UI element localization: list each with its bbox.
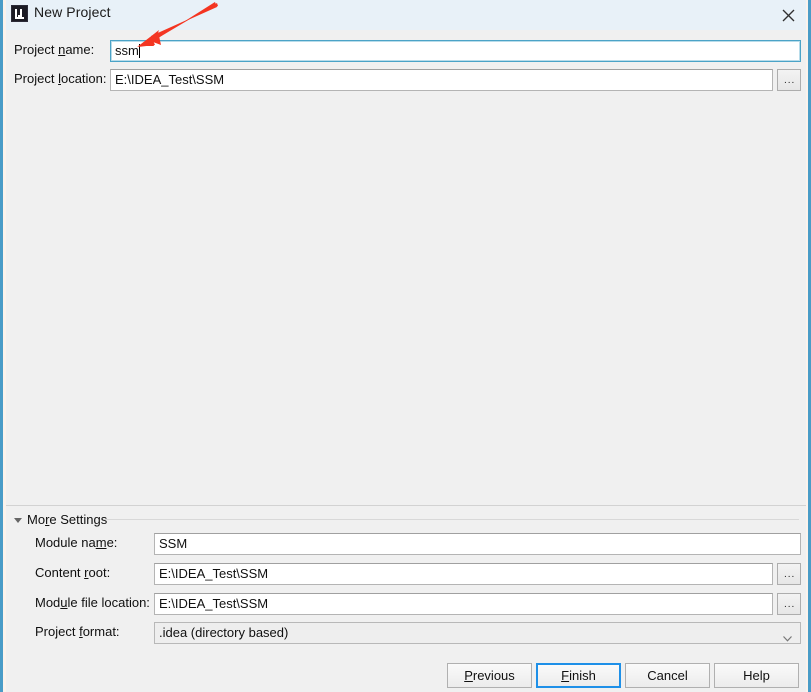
module-name-row: Module name: SSM	[6, 533, 806, 555]
content-root-row: Content root: E:\IDEA_Test\SSM ...	[6, 563, 806, 585]
window-title: New Project	[34, 4, 111, 20]
more-settings-toggle[interactable]: More Settings	[14, 512, 107, 527]
finish-button[interactable]: Finish	[536, 663, 621, 688]
project-name-input[interactable]: ssm	[110, 40, 801, 62]
ellipsis-icon: ...	[784, 599, 796, 610]
project-name-row: Project name: ssm	[6, 40, 806, 62]
project-location-input[interactable]: E:\IDEA_Test\SSM	[110, 69, 773, 91]
title-bar: New Project	[6, 0, 806, 30]
project-format-label: Project format:	[35, 624, 120, 639]
ellipsis-icon: ...	[784, 569, 796, 580]
module-file-location-input[interactable]: E:\IDEA_Test\SSM	[154, 593, 773, 615]
chevron-down-icon	[783, 630, 792, 645]
project-format-row: Project format: .idea (directory based)	[6, 622, 806, 644]
module-name-input[interactable]: SSM	[154, 533, 801, 555]
more-settings-label: More Settings	[27, 512, 108, 527]
project-format-value: .idea (directory based)	[159, 625, 289, 640]
chevron-down-icon	[14, 517, 22, 523]
intellij-idea-logo-icon	[11, 5, 28, 22]
module-file-location-browse-button[interactable]: ...	[777, 593, 801, 615]
new-project-dialog: New Project Project name: ssm Project lo…	[0, 0, 811, 692]
content-root-label: Content root:	[35, 565, 111, 580]
content-root-browse-button[interactable]: ...	[777, 563, 801, 585]
window-border-left-inner	[3, 0, 6, 692]
project-name-label: Project name:	[14, 42, 95, 57]
close-icon[interactable]	[770, 0, 806, 29]
module-file-location-row: Module file location: E:\IDEA_Test\SSM .…	[6, 593, 806, 615]
window-border-right-inner	[806, 0, 808, 692]
text-caret	[138, 44, 140, 58]
content-root-input[interactable]: E:\IDEA_Test\SSM	[154, 563, 773, 585]
help-button[interactable]: Help	[714, 663, 799, 688]
project-location-label: Project location:	[14, 71, 107, 86]
module-file-location-label: Module file location:	[35, 595, 150, 610]
more-settings-rule	[104, 519, 799, 520]
previous-button[interactable]: Previous	[447, 663, 532, 688]
module-name-label: Module name:	[35, 535, 118, 550]
ellipsis-icon: ...	[784, 75, 796, 86]
project-location-browse-button[interactable]: ...	[777, 69, 801, 91]
project-format-select[interactable]: .idea (directory based)	[154, 622, 801, 644]
project-location-row: Project location: E:\IDEA_Test\SSM ...	[6, 69, 806, 91]
cancel-button[interactable]: Cancel	[625, 663, 710, 688]
settings-separator	[6, 505, 806, 506]
